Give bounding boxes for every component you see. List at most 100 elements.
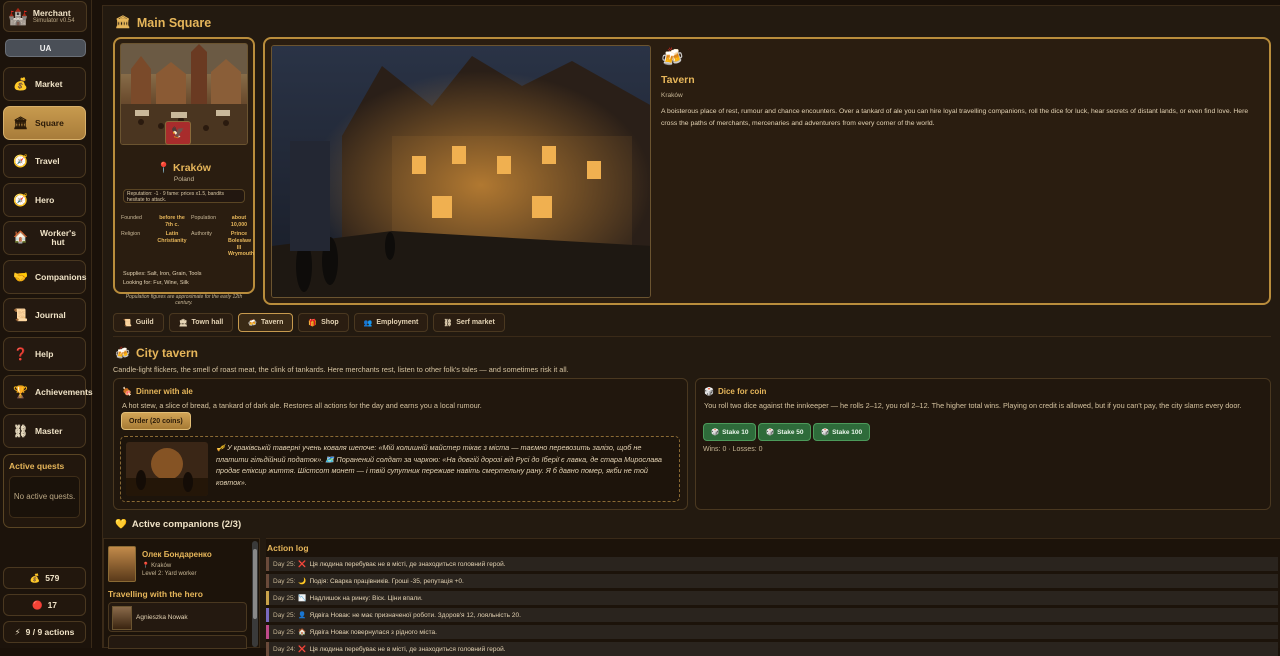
- location-description: A boisterous place of rest, rumour and c…: [661, 108, 1249, 128]
- nav-journal[interactable]: 📜 Journal: [3, 298, 86, 332]
- log-entry: Day 24: ❌ Ця людина перебуває не в місті, …: [266, 642, 1278, 656]
- log-entry: Day 25: 👤 Ядвіга Новак: не має призначеної…: [266, 608, 1278, 622]
- tab-label: Guild: [135, 319, 154, 326]
- log-entry: Day 25: ❌ Ця людина перебуває не в місті, …: [266, 557, 1278, 571]
- log-day: Day 25:: [273, 577, 296, 585]
- city-card: 🦅 📍 Kraków Poland Reputation: -1 · 9 fam…: [113, 37, 255, 306]
- stake-100-button[interactable]: 🎲 Stake 100: [813, 423, 871, 441]
- location-info: 🍻 Tavern Kraków A boisterous place of re…: [661, 47, 1261, 130]
- money-bag-icon: 💰: [13, 77, 28, 91]
- tab-tavern[interactable]: 🍻 Tavern: [238, 313, 294, 332]
- tab-label: Employment: [376, 319, 419, 326]
- companion-name: Agnieszka Nowak: [136, 614, 188, 621]
- gold-icon: 💰: [29, 572, 41, 583]
- divider: [113, 336, 1271, 337]
- dinner-card: 🍖 Dinner with ale A hot stew, a slice of …: [113, 378, 688, 510]
- reputation-stat: 🔴 17: [3, 594, 86, 616]
- log-entry: Day 25: 📉 Надлишок на ринку: Віск. Ціни вп…: [266, 591, 1278, 605]
- app-title: Merchant: [32, 8, 71, 19]
- active-quests-panel: Active quests No active quests.: [3, 454, 86, 528]
- castle-icon: 🏛: [115, 15, 131, 29]
- tab-serf-market[interactable]: ⛓ Serf market: [433, 313, 505, 332]
- actions-value: 9 / 9 actions: [25, 627, 75, 637]
- castle-icon: 🏰: [8, 8, 28, 26]
- stake-label: Stake 10: [722, 428, 749, 436]
- stake-10-button[interactable]: 🎲 Stake 10: [703, 423, 757, 441]
- nav-label: Worker's hut: [40, 227, 76, 247]
- religion-label: Religion: [121, 230, 141, 237]
- scrollbar-thumb[interactable]: [253, 549, 257, 619]
- log-day: Day 25:: [273, 560, 296, 568]
- nav-hero[interactable]: 🧭 Hero: [3, 183, 86, 217]
- population-value: about 10,000: [230, 215, 248, 228]
- population-label: Population: [191, 215, 217, 221]
- log-text: Подія: Сварка працівників. Гроші -35, ре…: [309, 577, 464, 585]
- sidebar: 🏰 Merchant Simulator v0.54 UA 💰 Market 🏛 Sq…: [0, 0, 93, 648]
- nav-companions[interactable]: 🤝 Companions: [3, 260, 86, 294]
- tavern-description: Candle-light flickers, the smell of roas…: [113, 365, 569, 374]
- active-quests-empty: No active quests.: [9, 476, 80, 518]
- companion-location: 📍 Kraków: [142, 562, 171, 569]
- companions-panel: Олек Бондаренко 📍 Kraków Level 2: Yard w…: [103, 538, 260, 649]
- location-tabs: 📜 Guild 🏛 Town hall 🍻 Tavern 🎁 Shop 👥 Employm…: [113, 313, 505, 332]
- companion-level: Level 2: Yard worker: [142, 571, 197, 577]
- tab-label: Serf market: [456, 319, 495, 326]
- supplies: Supplies: Salt, Iron, Grain, Tools: [123, 271, 202, 278]
- tab-employment[interactable]: 👥 Employment: [353, 313, 429, 332]
- population-note: Population figures are approximate for t…: [125, 293, 243, 307]
- tavern-title-text: City tavern: [135, 346, 198, 360]
- nav-label: Hero: [35, 195, 55, 205]
- scroll-icon: 📜: [13, 308, 28, 322]
- nav-workers-hut[interactable]: 🏠 Worker's hut: [3, 221, 86, 255]
- language-button[interactable]: UA: [5, 39, 86, 57]
- companion-location-text: Kraków: [151, 563, 172, 569]
- nav-achievements[interactable]: 🏆 Achievements: [3, 375, 93, 409]
- chain-icon: ⛓: [13, 424, 29, 438]
- log-day: Day 25:: [273, 594, 296, 602]
- lightning-icon: ⚡: [14, 626, 21, 637]
- person-icon: 👤: [298, 612, 307, 619]
- tab-guild[interactable]: 📜 Guild: [113, 313, 164, 332]
- city-reputation: Reputation: -1 · 9 fame: prices x1.5, ba…: [123, 189, 245, 203]
- nav-square[interactable]: 🏛 Square: [3, 106, 86, 140]
- city-country: Poland: [173, 176, 195, 183]
- dice-text: You roll two dice against the innkeeper …: [704, 401, 1242, 410]
- list-item[interactable]: [108, 635, 247, 649]
- avatar[interactable]: [108, 546, 136, 582]
- action-log-title: Action log: [267, 543, 309, 553]
- tab-label: Shop: [321, 319, 339, 326]
- scrollbar[interactable]: [252, 541, 258, 647]
- log-day: Day 25:: [273, 628, 296, 636]
- rumour-image: [126, 442, 208, 496]
- gift-icon: 🎁: [308, 319, 318, 327]
- log-text: Ядвіга Новак повернулася з рідного міста…: [309, 628, 437, 636]
- dice-title-text: Dice for coin: [717, 387, 767, 396]
- app-version: Simulator v0.54: [32, 17, 75, 24]
- stake-50-button[interactable]: 🎲 Stake 50: [758, 423, 812, 441]
- nav-travel[interactable]: 🧭 Travel: [3, 144, 86, 178]
- log-entry: Day 25: 🌙 Подія: Сварка працівників. Гроші…: [266, 574, 1278, 588]
- order-dinner-button[interactable]: Order (20 coins): [121, 412, 191, 430]
- beer-mug-icon: 🍻: [115, 346, 130, 360]
- pin-icon: 📍: [157, 162, 171, 174]
- log-text: Ядвіга Новак: не має призначеної роботи.…: [309, 611, 521, 619]
- dice-title: 🎲 Dice for coin: [704, 387, 1270, 396]
- nav-master[interactable]: ⛓ Master: [3, 414, 86, 448]
- question-icon: ❓: [13, 347, 28, 361]
- active-companions-text: Active companions (2/3): [131, 519, 242, 530]
- tab-shop[interactable]: 🎁 Shop: [298, 313, 349, 332]
- compass-icon: 🧭: [13, 154, 28, 168]
- tab-town-hall[interactable]: 🏛 Town hall: [168, 313, 234, 332]
- gold-value: 579: [45, 573, 60, 583]
- meat-icon: 🍖: [122, 387, 132, 396]
- list-item[interactable]: Agnieszka Nowak: [108, 602, 247, 632]
- nav-help[interactable]: ❓ Help: [3, 337, 86, 371]
- nav-market[interactable]: 💰 Market: [3, 67, 86, 101]
- nav-label: Square: [35, 118, 64, 128]
- stake-label: Stake 100: [832, 428, 863, 436]
- cross-icon: ❌: [298, 646, 307, 653]
- chain-icon: ⛓: [443, 319, 453, 327]
- founded-label: Founded: [121, 215, 142, 221]
- app-logo[interactable]: 🏰 Merchant Simulator v0.54: [3, 1, 87, 32]
- dinner-text: A hot stew, a slice of bread, a tankard …: [122, 401, 482, 410]
